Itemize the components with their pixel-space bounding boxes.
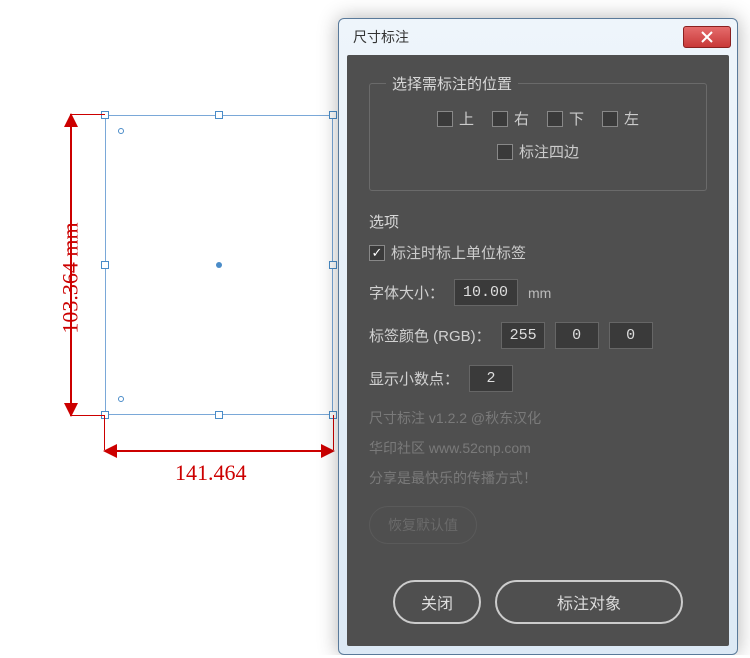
position-fieldset: 选择需标注的位置 上 右 下 左 标注四边 [369, 73, 707, 191]
checkbox-left[interactable]: 左 [602, 108, 639, 129]
decimal-input[interactable] [469, 365, 513, 392]
color-g-input[interactable] [555, 322, 599, 349]
position-all-row: 标注四边 [386, 141, 690, 162]
credit-line: 华印社区 www.52cnp.com [369, 438, 707, 458]
checkbox-icon [497, 144, 513, 160]
dialog-titlebar[interactable]: 尺寸标注 [339, 19, 737, 55]
checkbox-up[interactable]: 上 [437, 108, 474, 129]
selected-rectangle[interactable] [105, 115, 333, 415]
resize-handle[interactable] [329, 111, 337, 119]
resize-handle[interactable] [215, 411, 223, 419]
canvas-area: 103.364 mm 141.464 [0, 0, 340, 634]
resize-handle[interactable] [101, 111, 109, 119]
dimension-extension [104, 415, 105, 450]
checkbox-label: 标注四边 [519, 141, 579, 162]
corner-indicator [118, 396, 124, 402]
horizontal-dimension-line [105, 450, 333, 452]
button-row: 关闭 标注对象 [369, 580, 707, 624]
resize-handle[interactable] [215, 111, 223, 119]
font-size-unit: mm [528, 285, 551, 301]
checkbox-right[interactable]: 右 [492, 108, 529, 129]
credit-line: 分享是最快乐的传播方式！ [369, 468, 707, 488]
checkbox-label: 上 [459, 108, 474, 129]
checkbox-unit-label[interactable]: 标注时标上单位标签 [369, 242, 707, 263]
close-button[interactable] [683, 26, 731, 48]
center-indicator [216, 262, 222, 268]
close-icon [701, 31, 713, 43]
color-r-input[interactable] [501, 322, 545, 349]
resize-handle[interactable] [329, 261, 337, 269]
checkbox-label: 标注时标上单位标签 [391, 242, 526, 263]
checkbox-label: 右 [514, 108, 529, 129]
decimal-row: 显示小数点： [369, 365, 707, 392]
position-legend: 选择需标注的位置 [386, 73, 518, 94]
apply-dimension-button[interactable]: 标注对象 [495, 580, 683, 624]
position-row: 上 右 下 左 [386, 108, 690, 129]
restore-defaults-button[interactable]: 恢复默认值 [369, 506, 477, 544]
checkbox-label: 左 [624, 108, 639, 129]
dimension-dialog: 尺寸标注 选择需标注的位置 上 右 下 左 标注四边 选项 标注时标上单位标签 … [338, 18, 738, 655]
font-size-input[interactable] [454, 279, 518, 306]
dimension-extension [333, 415, 334, 450]
checkbox-icon [492, 111, 508, 127]
horizontal-dimension-label: 141.464 [175, 460, 247, 486]
dimension-extension [70, 415, 105, 416]
vertical-dimension-label: 103.364 mm [58, 222, 84, 333]
decimal-label: 显示小数点： [369, 368, 459, 389]
corner-indicator [118, 128, 124, 134]
dialog-body: 选择需标注的位置 上 右 下 左 标注四边 选项 标注时标上单位标签 字体大小：… [347, 55, 729, 646]
checkbox-label: 下 [569, 108, 584, 129]
checkbox-icon [369, 245, 385, 261]
checkbox-icon [547, 111, 563, 127]
font-size-row: 字体大小： mm [369, 279, 707, 306]
close-dialog-button[interactable]: 关闭 [393, 580, 481, 624]
color-b-input[interactable] [609, 322, 653, 349]
checkbox-icon [602, 111, 618, 127]
checkbox-icon [437, 111, 453, 127]
options-label: 选项 [369, 211, 707, 232]
checkbox-down[interactable]: 下 [547, 108, 584, 129]
dialog-title: 尺寸标注 [353, 27, 409, 47]
credit-line: 尺寸标注 v1.2.2 @秋东汉化 [369, 408, 707, 428]
font-size-label: 字体大小： [369, 282, 444, 303]
resize-handle[interactable] [101, 261, 109, 269]
color-row: 标签颜色 (RGB)： [369, 322, 707, 349]
checkbox-all-sides[interactable]: 标注四边 [497, 141, 579, 162]
color-label: 标签颜色 (RGB)： [369, 325, 491, 346]
dimension-extension [70, 114, 105, 115]
